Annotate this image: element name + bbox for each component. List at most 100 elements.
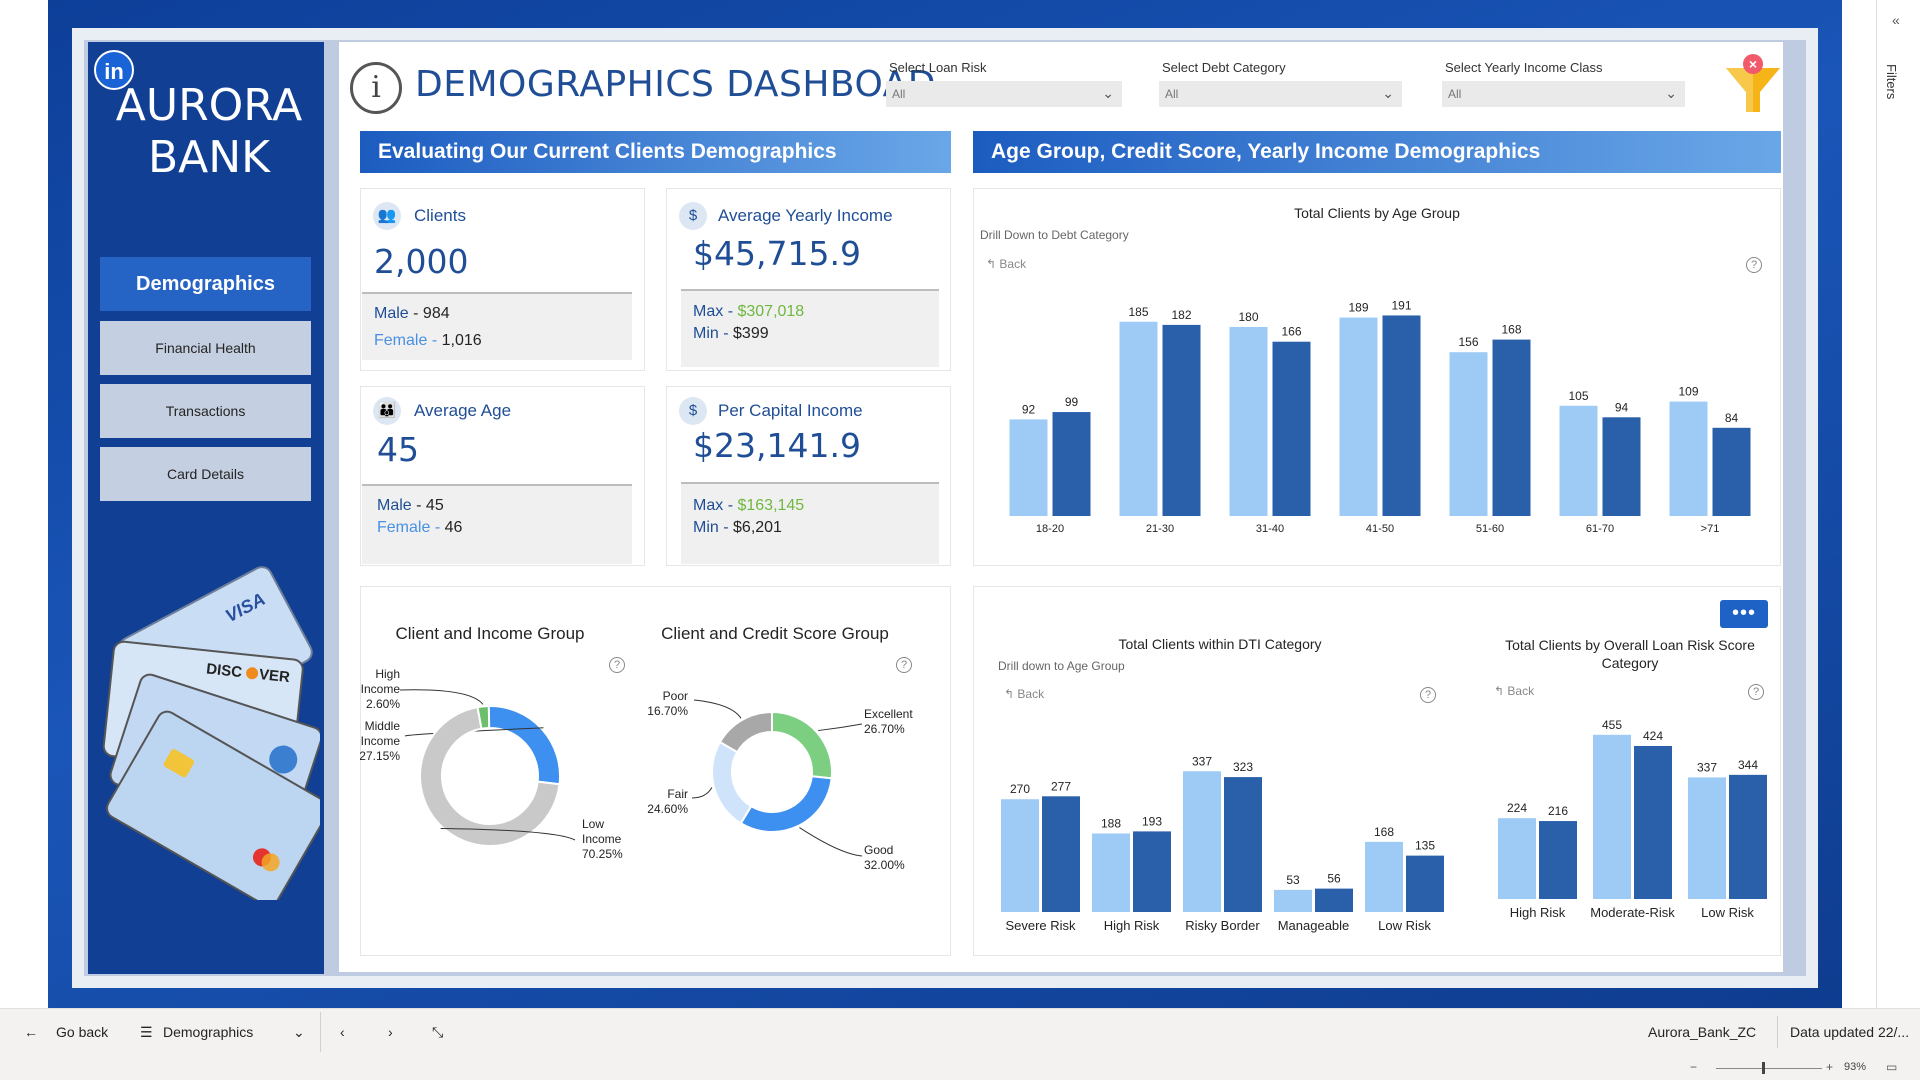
divider [1777, 1016, 1778, 1048]
dti-chart-title: Total Clients within DTI Category [1118, 636, 1322, 652]
kpi-per-capita-value: $23,141.9 [693, 426, 861, 465]
data-label: 424 [1643, 729, 1663, 743]
bar-31-40-s1 [1229, 327, 1268, 516]
data-label: 53 [1286, 873, 1300, 887]
divider [320, 1012, 321, 1052]
nav-card-details[interactable]: Card Details [100, 447, 311, 501]
zoom-in-icon[interactable]: + [1826, 1060, 1833, 1074]
slice-label: Income [361, 682, 401, 696]
slice-label: 26.70% [864, 722, 905, 736]
slice-middle-income [487, 705, 561, 786]
data-label: 84 [1725, 411, 1739, 425]
data-label: 189 [1348, 301, 1368, 315]
separator: - [434, 519, 441, 536]
kpi-avg-age-value: 45 [377, 430, 419, 469]
leader-line [799, 827, 863, 857]
slice-label: Income [582, 832, 622, 846]
bar-Low Risk-s1 [1365, 841, 1403, 912]
brand-title-line1: AURORA [115, 80, 303, 131]
zoom-level: 93% [1844, 1061, 1867, 1073]
bar->71-s2 [1712, 427, 1751, 516]
data-label: 56 [1327, 872, 1341, 886]
slice-label: Excellent [864, 707, 913, 721]
male-value: 45 [425, 497, 444, 514]
fullscreen-icon[interactable]: ⤡ [432, 1024, 443, 1041]
data-label: 188 [1101, 816, 1121, 830]
kpi-avg-age-male: Male - 45 [377, 497, 444, 515]
zoom-slider[interactable] [1716, 1068, 1822, 1069]
kpi-per-capita-max: Max - $163,145 [693, 497, 804, 515]
slice-poor [718, 710, 773, 754]
kpi-clients-value: 2,000 [374, 242, 469, 281]
bar-Severe Risk-s2 [1042, 796, 1080, 912]
help-icon[interactable]: ? [1748, 684, 1764, 700]
data-label: 109 [1678, 385, 1698, 399]
data-label: 166 [1281, 325, 1301, 339]
filter-loan-risk-label: Select Loan Risk [889, 60, 987, 75]
separator: - [727, 303, 734, 320]
data-label: 135 [1415, 839, 1435, 853]
bar-31-40-s2 [1272, 341, 1311, 516]
zoom-out-icon[interactable]: − [1690, 1060, 1697, 1074]
income-group-donut-chart: HighIncome2.60%MiddleIncome27.15%LowInco… [360, 667, 623, 861]
nav-transactions[interactable]: Transactions [100, 384, 311, 438]
zoom-slider-thumb[interactable] [1762, 1062, 1765, 1074]
leader-line [693, 699, 742, 719]
bar-21-30-s1 [1119, 321, 1158, 516]
slice-label: High [375, 667, 400, 681]
dti-chart-back-button[interactable]: ↰ Back [1004, 687, 1044, 701]
filter-income-class-dropdown[interactable]: All ⌄ [1442, 81, 1685, 107]
more-options-button[interactable]: ••• [1720, 600, 1768, 628]
back-arrow-icon[interactable]: ← [24, 1024, 38, 1040]
go-back-button[interactable]: Go back [56, 1024, 108, 1040]
filter-debt-category-dropdown[interactable]: All ⌄ [1159, 81, 1402, 107]
nav-demographics[interactable]: Demographics [100, 257, 311, 311]
kpi-avg-age-title: Average Age [414, 401, 512, 420]
slice-label: Low [582, 817, 604, 831]
x-tick-label: 51-60 [1476, 523, 1504, 535]
clear-filters-funnel-icon[interactable]: × [1720, 52, 1786, 118]
data-label: 193 [1142, 814, 1162, 828]
slice-label: Middle [365, 719, 401, 733]
collapse-icon[interactable]: « [1892, 12, 1900, 28]
status-bar [0, 1056, 1920, 1080]
bar-51-60-s1 [1449, 352, 1488, 516]
money-hand-icon: $ [679, 397, 707, 425]
bar-Moderate-Risk-s2 [1634, 745, 1672, 899]
help-icon[interactable]: ? [1420, 687, 1436, 703]
data-label: 185 [1128, 305, 1148, 319]
help-icon[interactable]: ? [896, 657, 912, 673]
data-label: 94 [1615, 400, 1629, 414]
back-arrow-icon: ↰ [986, 257, 1000, 271]
chevron-down-icon: ⌄ [1382, 85, 1394, 101]
people-group-icon: 👪 [373, 397, 401, 425]
section-header-left: Evaluating Our Current Clients Demograph… [360, 131, 951, 173]
filters-pane[interactable] [1876, 0, 1920, 1008]
loan-risk-chart-back-button[interactable]: ↰ Back [1494, 684, 1534, 698]
bar-Risky Border-s1 [1183, 771, 1221, 912]
info-icon[interactable]: i [350, 62, 402, 114]
page-list-icon[interactable]: ☰ [140, 1024, 153, 1041]
filter-loan-risk-dropdown[interactable]: All ⌄ [886, 81, 1122, 107]
data-label: 92 [1022, 402, 1036, 416]
nav-financial-health[interactable]: Financial Health [100, 321, 311, 375]
min-value: $399 [733, 325, 769, 342]
slice-label: 24.60% [647, 802, 688, 816]
previous-page-icon[interactable]: ‹ [340, 1024, 345, 1040]
chevron-down-icon[interactable]: ⌄ [293, 1024, 305, 1041]
x-tick-label: Moderate-Risk [1590, 905, 1675, 920]
page-selector[interactable]: Demographics [163, 1024, 253, 1040]
fit-to-page-icon[interactable]: ▭ [1886, 1060, 1897, 1074]
next-page-icon[interactable]: › [388, 1024, 393, 1040]
report-file-name: Aurora_Bank_ZC [1648, 1024, 1757, 1040]
separator: - [431, 332, 438, 349]
age-chart-back-button[interactable]: ↰ Back [986, 257, 1026, 271]
data-label: 168 [1501, 323, 1521, 337]
male-value: 984 [422, 305, 450, 322]
back-arrow-icon: ↰ [1494, 684, 1508, 698]
filters-pane-label[interactable]: Filters [1884, 64, 1899, 99]
bar-Manageable-s2 [1315, 888, 1353, 912]
data-label: 344 [1738, 758, 1758, 772]
help-icon[interactable]: ? [1746, 257, 1762, 273]
min-value: $6,201 [733, 519, 782, 536]
